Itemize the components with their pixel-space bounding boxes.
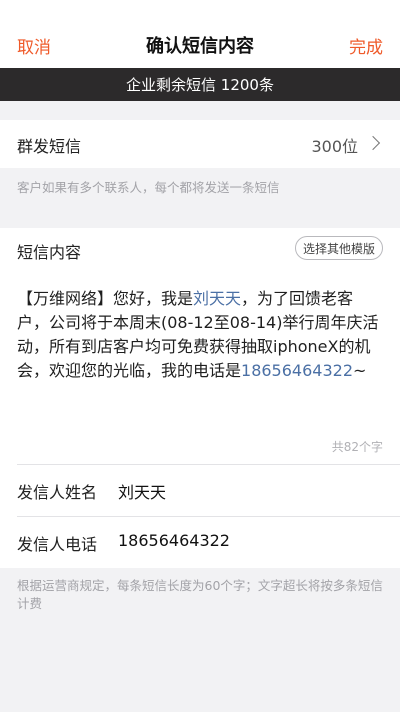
- page-title: 确认短信内容: [146, 36, 254, 57]
- message-sender-name: 刘天天: [193, 289, 242, 308]
- chevron-right-icon: [365, 135, 381, 151]
- sender-phone-value: 18656464322: [118, 531, 230, 550]
- group-send-label: 群发短信: [17, 137, 82, 156]
- message-text-part: 【万维网络】您好，我是: [17, 289, 194, 308]
- sender-phone-row[interactable]: 发信人电话 18656464322: [0, 516, 400, 568]
- sender-info: 发信人姓名 刘天天 发信人电话 18656464322: [0, 464, 400, 568]
- nav-bar: 取消 确认短信内容 完成: [0, 0, 400, 68]
- sender-phone-label: 发信人电话: [17, 535, 98, 554]
- recipient-count: 300位: [311, 137, 358, 156]
- billing-hint: 根据运营商规定，每条短信长度为60个字；文字超长将按多条短信计费: [17, 578, 383, 611]
- group-send-row[interactable]: 群发短信 300位: [0, 120, 400, 168]
- sms-quota-bar: 企业剩余短信 1200条: [0, 68, 400, 101]
- message-text-part: ~: [353, 361, 367, 380]
- sender-name-label: 发信人姓名: [17, 483, 98, 502]
- sender-name-row[interactable]: 发信人姓名 刘天天: [0, 464, 400, 516]
- group-send-hint: 客户如果有多个联系人，每个都将发送一条短信: [17, 180, 280, 195]
- message-body[interactable]: 【万维网络】您好，我是刘天天，为了回馈老客户，公司将于本周末(08-12至08-…: [17, 287, 383, 383]
- choose-template-button[interactable]: 选择其他模版: [295, 236, 383, 260]
- done-button[interactable]: 完成: [349, 33, 383, 58]
- sms-quota-text: 企业剩余短信 1200条: [126, 76, 274, 94]
- message-card: 短信内容 选择其他模版 【万维网络】您好，我是刘天天，为了回馈老客户，公司将于本…: [0, 228, 400, 464]
- message-heading: 短信内容: [17, 243, 82, 262]
- sender-name-value: 刘天天: [118, 483, 167, 502]
- message-phone-link[interactable]: 18656464322: [241, 361, 353, 380]
- char-count: 共82个字: [331, 440, 383, 454]
- sms-confirm-screen: 取消 确认短信内容 完成 企业剩余短信 1200条 群发短信 300位 客户如果…: [0, 0, 400, 712]
